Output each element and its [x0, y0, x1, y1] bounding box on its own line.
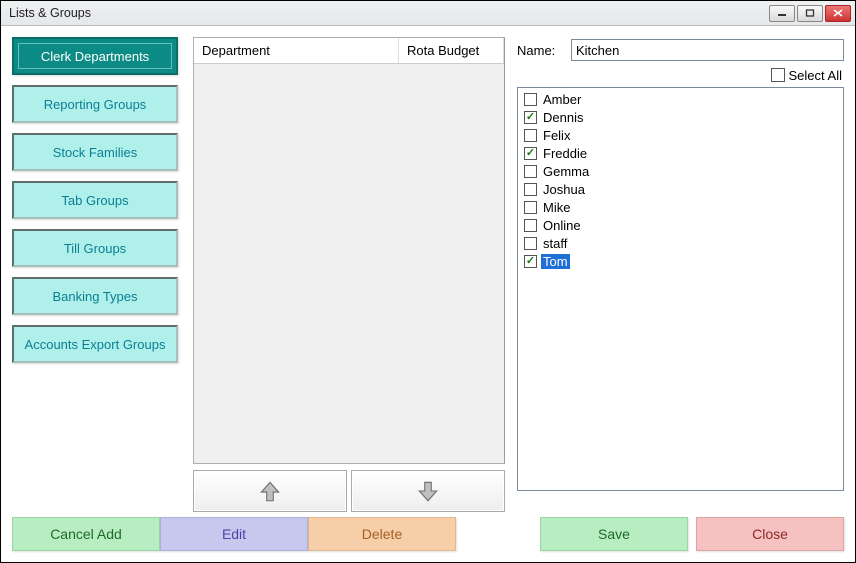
sidebar-item[interactable]: Till Groups — [12, 229, 178, 267]
sidebar: Clerk Departments Reporting Groups Stock F… — [12, 37, 184, 373]
member-list[interactable]: Amber Dennis Felix Freddie Gemma Joshua Mike On… — [517, 87, 844, 491]
grid-panel: Department Rota Budget — [193, 37, 505, 464]
list-item[interactable]: Dennis — [522, 108, 839, 126]
move-down-button[interactable] — [351, 470, 505, 512]
list-item-label: Felix — [541, 128, 572, 143]
edit-button[interactable]: Edit — [160, 517, 308, 551]
delete-button[interactable]: Delete — [308, 517, 456, 551]
list-item-label: Amber — [541, 92, 583, 107]
list-item-checkbox[interactable] — [524, 165, 537, 178]
sidebar-item[interactable]: Tab Groups — [12, 181, 178, 219]
list-item[interactable]: Felix — [522, 126, 839, 144]
list-item-checkbox[interactable] — [524, 201, 537, 214]
close-window-button[interactable] — [825, 5, 851, 22]
list-item-checkbox[interactable] — [524, 129, 537, 142]
minimize-button[interactable] — [769, 5, 795, 22]
grid-column-rota-budget[interactable]: Rota Budget — [399, 38, 504, 63]
button-row: Cancel Add Edit Delete Save Close — [12, 517, 844, 551]
list-item-checkbox[interactable] — [524, 255, 537, 268]
arrow-down-icon — [415, 478, 441, 504]
sidebar-item[interactable]: Banking Types — [12, 277, 178, 315]
name-input[interactable] — [571, 39, 844, 61]
list-item[interactable]: Online — [522, 216, 839, 234]
list-item[interactable]: Amber — [522, 90, 839, 108]
sidebar-item-label: Clerk Departments — [18, 43, 172, 69]
list-item-label: Freddie — [541, 146, 589, 161]
list-item[interactable]: Mike — [522, 198, 839, 216]
list-item-checkbox[interactable] — [524, 93, 537, 106]
list-item-label: Gemma — [541, 164, 591, 179]
list-item-label: Mike — [541, 200, 572, 215]
cancel-add-button[interactable]: Cancel Add — [12, 517, 160, 551]
reorder-row — [193, 470, 505, 512]
list-item-label: staff — [541, 236, 569, 251]
close-button[interactable]: Close — [696, 517, 844, 551]
sidebar-item[interactable]: Accounts Export Groups — [12, 325, 178, 363]
grid-header: Department Rota Budget — [194, 38, 504, 64]
sidebar-item[interactable]: Stock Families — [12, 133, 178, 171]
name-row: Name: — [517, 37, 844, 63]
list-item[interactable]: Tom — [522, 252, 839, 270]
sidebar-item[interactable]: Reporting Groups — [12, 85, 178, 123]
right-panel: Name: Select All Amber Dennis Felix Freddie… — [517, 37, 844, 502]
list-item-checkbox[interactable] — [524, 147, 537, 160]
select-all-checkbox[interactable] — [771, 68, 785, 82]
list-item[interactable]: Freddie — [522, 144, 839, 162]
window-buttons — [769, 5, 851, 22]
minimize-icon — [777, 9, 787, 17]
list-item-label: Tom — [541, 254, 570, 269]
maximize-icon — [805, 9, 815, 17]
list-item-checkbox[interactable] — [524, 111, 537, 124]
select-all-row: Select All — [517, 63, 844, 87]
arrow-up-icon — [257, 478, 283, 504]
list-item[interactable]: staff — [522, 234, 839, 252]
list-item-checkbox[interactable] — [524, 219, 537, 232]
maximize-button[interactable] — [797, 5, 823, 22]
list-item[interactable]: Gemma — [522, 162, 839, 180]
name-label: Name: — [517, 43, 563, 58]
window-title: Lists & Groups — [5, 6, 91, 20]
list-item-checkbox[interactable] — [524, 237, 537, 250]
list-item-label: Dennis — [541, 110, 585, 125]
save-button[interactable]: Save — [540, 517, 688, 551]
list-item-label: Online — [541, 218, 583, 233]
close-icon — [833, 9, 843, 17]
list-item-label: Joshua — [541, 182, 587, 197]
sidebar-item[interactable]: Clerk Departments — [12, 37, 178, 75]
grid-column-department[interactable]: Department — [194, 38, 399, 63]
list-item[interactable]: Joshua — [522, 180, 839, 198]
list-item-checkbox[interactable] — [524, 183, 537, 196]
move-up-button[interactable] — [193, 470, 347, 512]
select-all-label: Select All — [789, 68, 842, 83]
titlebar: Lists & Groups — [1, 1, 855, 26]
content-area: Clerk Departments Reporting Groups Stock F… — [1, 26, 855, 562]
